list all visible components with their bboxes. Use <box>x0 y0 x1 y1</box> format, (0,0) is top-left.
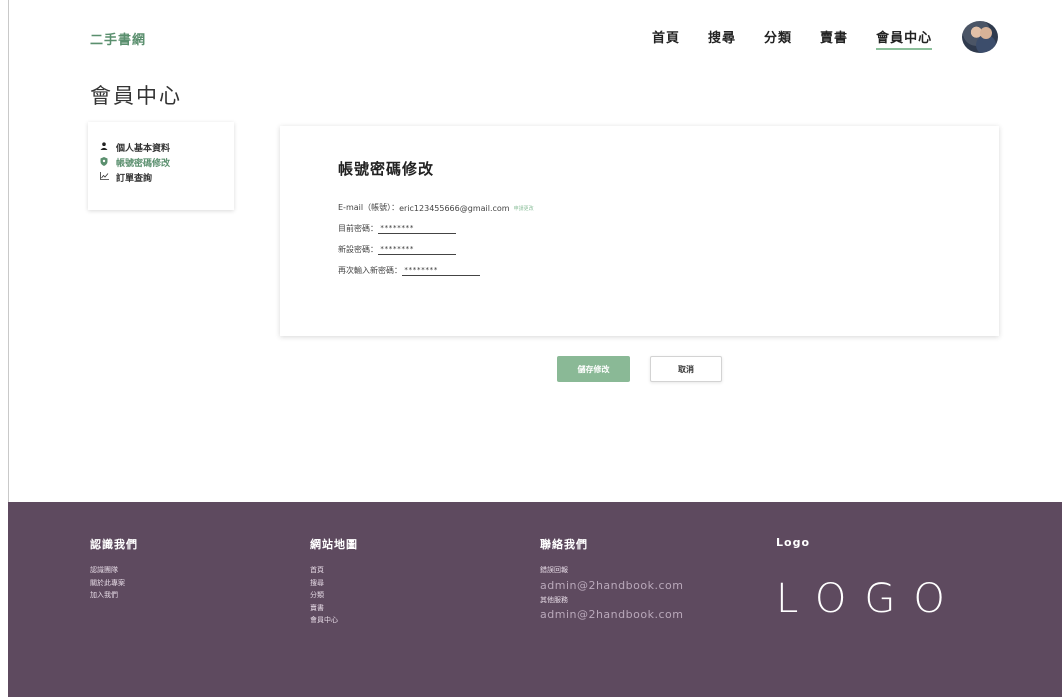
sidebar-item-label: 個人基本資料 <box>116 143 171 154</box>
repeat-password-row: 再次輸入新密碼： <box>338 265 480 276</box>
footer-link-join[interactable]: 加入我們 <box>90 589 138 602</box>
new-password-label: 新設密碼： <box>338 245 378 254</box>
avatar[interactable] <box>962 21 998 53</box>
footer-link-category[interactable]: 分類 <box>310 589 358 602</box>
new-password-field[interactable] <box>378 244 456 255</box>
member-sidebar: 個人基本資料 帳號密碼修改 訂單查詢 <box>88 122 234 210</box>
left-border-line <box>8 0 9 502</box>
nav-home[interactable]: 首頁 <box>652 27 680 46</box>
site-footer: 認識我們 認識團隊 關於此專案 加入我們 網站地圖 首頁 搜尋 分類 賣書 會員… <box>8 502 1062 697</box>
form-title: 帳號密碼修改 <box>338 160 435 178</box>
footer-contact-title: 聯絡我們 <box>540 538 588 551</box>
footer-error-label: 錯誤回報 <box>540 566 568 574</box>
footer-about: 認識我們 認識團隊 關於此專案 加入我們 <box>90 536 138 602</box>
footer-link-sell[interactable]: 賣書 <box>310 602 358 615</box>
sidebar-item-account-password[interactable]: 帳號密碼修改 <box>98 155 234 169</box>
new-password-row: 新設密碼： <box>338 244 456 255</box>
footer-sitemap: 網站地圖 首頁 搜尋 分類 賣書 會員中心 <box>310 536 358 627</box>
user-icon <box>98 142 110 152</box>
sidebar-item-label: 訂單查詢 <box>116 173 153 184</box>
repeat-password-label: 再次輸入新密碼： <box>338 266 402 275</box>
email-value: eric123455666@gmail.com <box>399 204 510 213</box>
footer-error-email[interactable]: admin@2handbook.com <box>540 577 683 594</box>
footer-logo-title: Logo <box>776 536 810 549</box>
nav-sell[interactable]: 賣書 <box>820 27 848 46</box>
footer-link-project[interactable]: 關於此專案 <box>90 577 138 590</box>
footer-logo-col: Logo <box>776 536 810 561</box>
footer-contact: 聯絡我們 錯誤回報 admin@2handbook.com 其他服務 admin… <box>540 536 683 623</box>
email-label: E-mail（帳號）： <box>338 203 400 212</box>
password-form-card: 帳號密碼修改 E-mail（帳號）： eric123455666@gmail.c… <box>280 126 999 336</box>
footer-link-member[interactable]: 會員中心 <box>310 614 358 627</box>
nav-search[interactable]: 搜尋 <box>708 27 736 46</box>
footer-link-home[interactable]: 首頁 <box>310 564 358 577</box>
chart-icon <box>98 172 110 182</box>
change-email-link[interactable]: 申請更改 <box>514 205 534 212</box>
email-row: E-mail（帳號）： eric123455666@gmail.com 申請更改 <box>338 202 534 213</box>
sidebar-item-orders[interactable]: 訂單查詢 <box>98 170 234 184</box>
sidebar-item-profile[interactable]: 個人基本資料 <box>98 140 234 154</box>
footer-link-team[interactable]: 認識團隊 <box>90 564 138 577</box>
footer-other-label: 其他服務 <box>540 595 568 604</box>
sidebar-item-label: 帳號密碼修改 <box>116 158 171 169</box>
current-password-field[interactable] <box>378 223 456 234</box>
repeat-password-field[interactable] <box>402 265 480 276</box>
shield-icon <box>98 156 110 168</box>
nav-category[interactable]: 分類 <box>764 27 792 46</box>
current-password-row: 目前密碼： <box>338 223 456 234</box>
main-nav: 首頁 搜尋 分類 賣書 會員中心 <box>652 27 960 50</box>
footer-link-search[interactable]: 搜尋 <box>310 577 358 590</box>
save-button[interactable]: 儲存修改 <box>557 356 630 382</box>
cancel-button[interactable]: 取消 <box>650 356 722 382</box>
nav-member-center[interactable]: 會員中心 <box>876 27 933 50</box>
page-title: 會員中心 <box>90 84 182 108</box>
current-password-label: 目前密碼： <box>338 224 378 233</box>
site-brand[interactable]: 二手書網 <box>90 29 146 48</box>
footer-other-email[interactable]: admin@2handbook.com <box>540 606 683 623</box>
footer-sitemap-title: 網站地圖 <box>310 538 358 551</box>
footer-logo: LOGO <box>776 576 963 622</box>
footer-about-title: 認識我們 <box>90 538 138 551</box>
